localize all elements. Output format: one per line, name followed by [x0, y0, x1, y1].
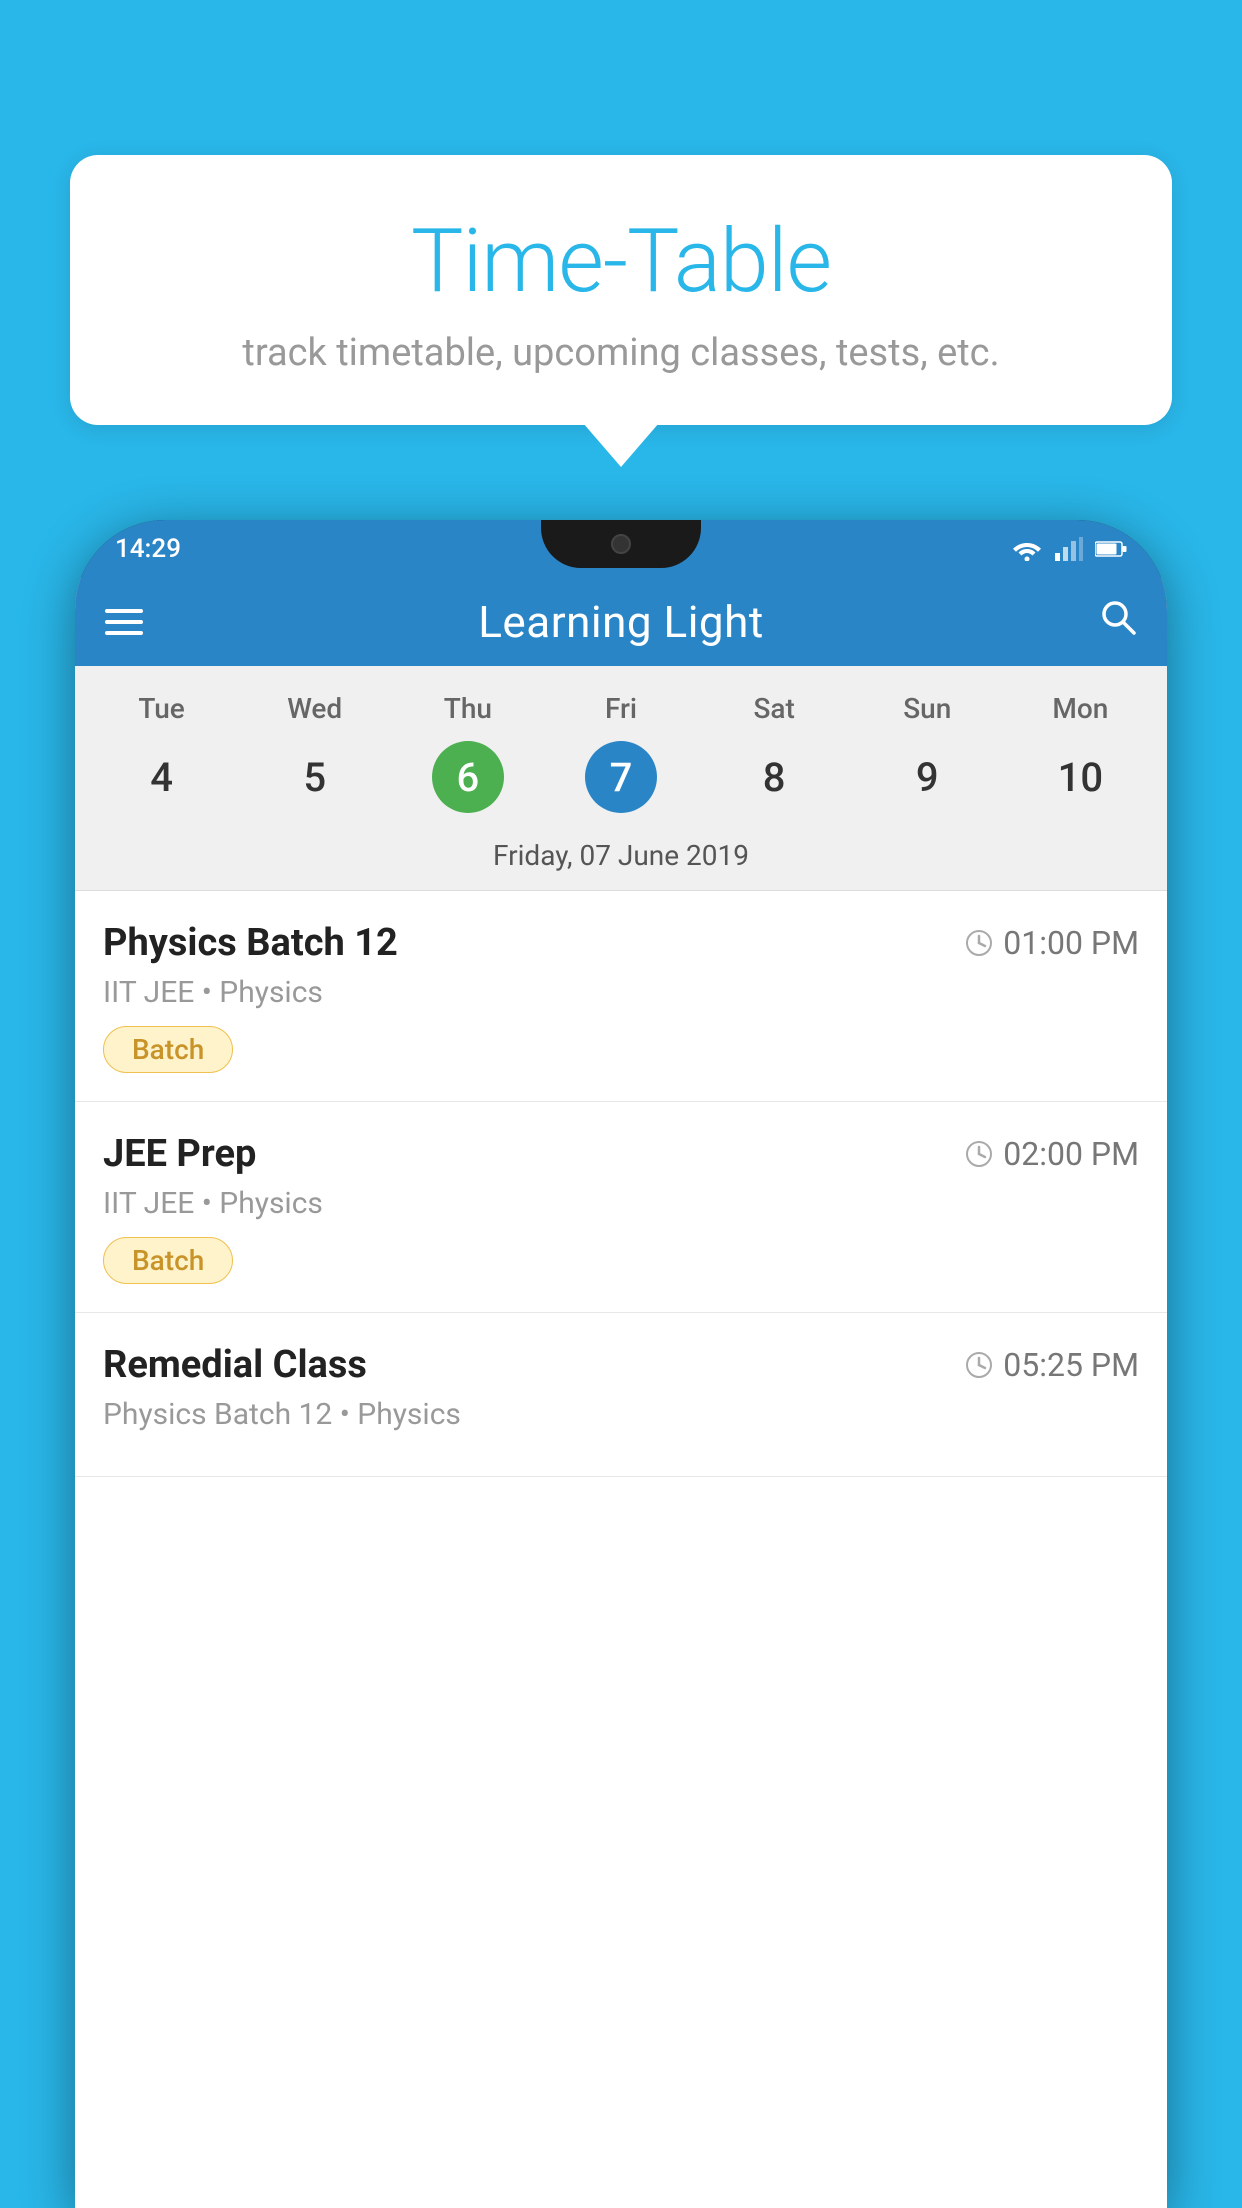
status-icons	[1011, 537, 1127, 561]
selected-date: Friday, 07 June 2019	[75, 827, 1167, 891]
day-header-sun: Sun	[851, 684, 1004, 733]
page-subtitle: track timetable, upcoming classes, tests…	[130, 331, 1112, 375]
camera	[611, 534, 631, 554]
day-header-wed: Wed	[238, 684, 391, 733]
batch-badge: Batch	[103, 1237, 233, 1284]
clock-icon	[965, 1140, 993, 1168]
class-list: Physics Batch 12 01:00 PM IIT JEE • Phys…	[75, 891, 1167, 1477]
class-item-jee-prep[interactable]: JEE Prep 02:00 PM IIT JEE • Physics Batc…	[75, 1102, 1167, 1313]
class-time-text: 01:00 PM	[1003, 924, 1139, 962]
day-header-sat: Sat	[698, 684, 851, 733]
class-time: 01:00 PM	[965, 924, 1139, 962]
batch-badge: Batch	[103, 1026, 233, 1073]
day-header-tue: Tue	[85, 684, 238, 733]
class-meta: Physics Batch 12 • Physics	[103, 1397, 1139, 1432]
class-meta: IIT JEE • Physics	[103, 975, 1139, 1010]
calendar-day-10[interactable]: 10	[1004, 741, 1157, 813]
class-item-physics-batch-12[interactable]: Physics Batch 12 01:00 PM IIT JEE • Phys…	[75, 891, 1167, 1102]
calendar-day-5[interactable]: 5	[238, 741, 391, 813]
calendar-day-4[interactable]: 4	[85, 741, 238, 813]
day-header-mon: Mon	[1004, 684, 1157, 733]
app-header: Learning Light	[75, 578, 1167, 666]
class-time: 02:00 PM	[965, 1135, 1139, 1173]
class-name: JEE Prep	[103, 1132, 256, 1176]
app-title: Learning Light	[478, 596, 764, 648]
clock-icon	[965, 929, 993, 957]
phone-notch	[541, 520, 701, 568]
class-time-text: 02:00 PM	[1003, 1135, 1139, 1173]
status-bar: 14:29	[75, 520, 1167, 578]
page-title: Time-Table	[130, 210, 1112, 313]
speech-bubble: Time-Table track timetable, upcoming cla…	[70, 155, 1172, 425]
class-item-remedial[interactable]: Remedial Class 05:25 PM Physics Batch 12…	[75, 1313, 1167, 1477]
calendar-day-9[interactable]: 9	[851, 741, 1004, 813]
phone-screen: Learning Light Tue Wed Thu Fri Sat Sun M…	[75, 578, 1167, 2208]
day-header-fri: Fri	[544, 684, 697, 733]
class-name: Physics Batch 12	[103, 921, 398, 965]
battery-icon	[1095, 540, 1127, 558]
day-header-thu: Thu	[391, 684, 544, 733]
clock-icon	[965, 1351, 993, 1379]
class-time-text: 05:25 PM	[1003, 1346, 1139, 1384]
phone-frame: 14:29	[75, 520, 1167, 2208]
status-time: 14:29	[115, 534, 181, 564]
search-button[interactable]	[1099, 598, 1137, 647]
signal-icon	[1055, 537, 1083, 561]
day-numbers: 4 5 6 7 8 9 10	[75, 733, 1167, 827]
class-time: 05:25 PM	[965, 1346, 1139, 1384]
calendar-day-6[interactable]: 6	[432, 741, 504, 813]
hamburger-menu-button[interactable]	[105, 609, 143, 635]
calendar-strip: Tue Wed Thu Fri Sat Sun Mon 4 5 6 7 8 9 …	[75, 666, 1167, 891]
class-meta: IIT JEE • Physics	[103, 1186, 1139, 1221]
calendar-day-8[interactable]: 8	[698, 741, 851, 813]
class-name: Remedial Class	[103, 1343, 367, 1387]
calendar-day-7[interactable]: 7	[585, 741, 657, 813]
wifi-icon	[1011, 537, 1043, 561]
day-headers: Tue Wed Thu Fri Sat Sun Mon	[75, 684, 1167, 733]
